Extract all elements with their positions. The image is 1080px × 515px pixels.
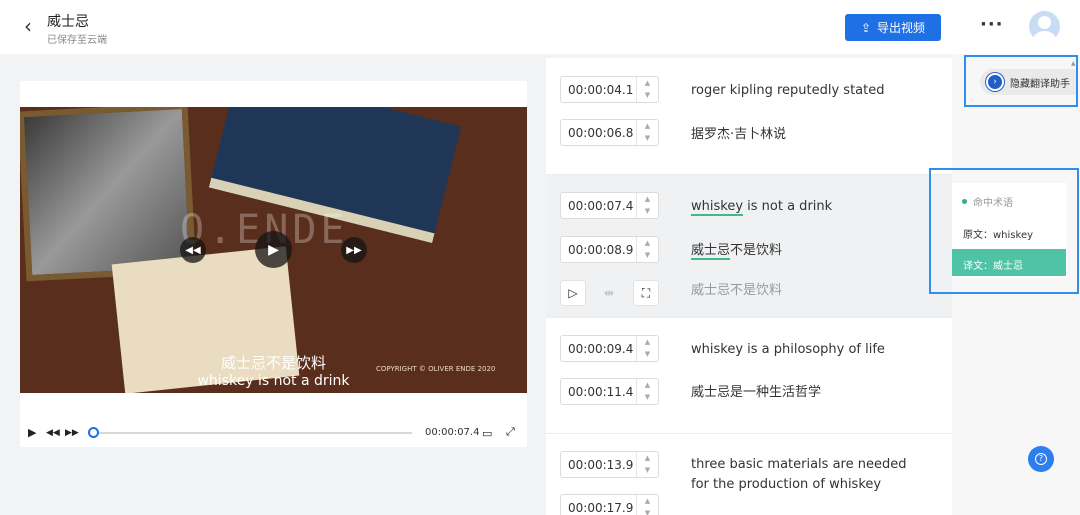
progress-handle[interactable]	[88, 427, 99, 438]
rewind-icon[interactable]: ◀◀	[46, 428, 60, 438]
subtitle-icon[interactable]: ▭	[482, 427, 492, 440]
start-time-field[interactable]: 00:00:07.4 ▲ ▼	[560, 192, 659, 219]
save-status: 已保存至云端	[47, 35, 107, 46]
play-icon[interactable]: ▶	[28, 426, 36, 439]
avatar[interactable]	[1029, 11, 1060, 42]
start-time-field[interactable]: 00:00:13.9 ▲ ▼	[560, 451, 659, 478]
end-time-field[interactable]: 00:00:11.4 ▲ ▼	[560, 378, 659, 405]
copyright-text: COPYRIGHT © OLIVER ENDE 2020	[376, 365, 496, 373]
export-label: 导出视频	[877, 21, 926, 35]
current-time: 00:00:07.4	[425, 427, 480, 438]
progress-track[interactable]	[90, 432, 412, 434]
target-text[interactable]: 威士忌是一种生活哲学	[691, 381, 821, 400]
video-photo	[20, 107, 197, 282]
suggestion-text[interactable]: 威士忌不是饮料	[691, 279, 782, 298]
end-time-field[interactable]: 00:00:08.9 ▲ ▼	[560, 236, 659, 263]
start-time-field[interactable]: 00:00:09.4 ▲ ▼	[560, 335, 659, 362]
target-text[interactable]: 据罗杰·吉卜林说	[691, 123, 786, 142]
segment-list: 00:00:04.1 ▲ ▼ 00:00:06.8 ▲ ▼ roger kiplin…	[546, 58, 952, 515]
stepper-icon[interactable]: ▲ ▼	[636, 379, 658, 404]
video-frame[interactable]: O.ENDE ◀◀ ▶ ▶▶ 威士忌不是饮料 whiskey is not a …	[20, 107, 527, 393]
source-text[interactable]: whiskey is a philosophy of life	[691, 342, 885, 357]
play-segment-icon[interactable]: ▷	[560, 280, 586, 306]
top-bar: ‹ 威士忌 已保存至云端 ⇪ 导出视频 ···	[0, 0, 1080, 54]
player-controls: ▶ ◀◀ ▶▶ 00:00:07.4 ▭ ⤢	[20, 421, 527, 445]
segment-row[interactable]: 00:00:04.1 ▲ ▼ 00:00:06.8 ▲ ▼ roger kiplin…	[546, 58, 952, 175]
expand-icon[interactable]: ⛶	[633, 280, 659, 306]
source-text[interactable]: whiskey is not a drink	[691, 199, 832, 216]
stepper-icon[interactable]: ▲ ▼	[636, 120, 658, 145]
avatar-body	[1033, 31, 1056, 42]
more-icon[interactable]: ···	[980, 14, 1004, 35]
export-video-button[interactable]: ⇪ 导出视频	[845, 14, 941, 41]
segment-row-active[interactable]: 00:00:07.4 ▲ ▼ 00:00:08.9 ▲ ▼ whiskey is n…	[546, 175, 952, 318]
fast-forward-icon[interactable]: ▶▶	[65, 428, 79, 438]
fast-forward-icon[interactable]: ▶▶	[341, 237, 367, 263]
upload-icon: ⇪	[860, 20, 872, 35]
term-highlight: 威士忌	[691, 243, 731, 260]
end-time-field[interactable]: 00:00:17.9 ▲ ▼	[560, 494, 659, 515]
segment-row[interactable]: 00:00:13.9 ▲ ▼ 00:00:17.9 ▲ ▼ three basic …	[546, 434, 952, 515]
annotation-box	[929, 168, 1079, 294]
stepper-icon[interactable]: ▲ ▼	[636, 495, 658, 515]
source-text-line2[interactable]: for the production of whiskey	[691, 477, 881, 492]
segment-row[interactable]: 00:00:09.4 ▲ ▼ 00:00:11.4 ▲ ▼ whiskey is a…	[546, 318, 952, 434]
chevron-left-icon[interactable]: ‹	[18, 14, 38, 38]
stepper-icon[interactable]: ▲ ▼	[636, 77, 658, 102]
target-text[interactable]: 威士忌不是饮料	[691, 239, 782, 260]
annotation-box	[964, 55, 1078, 107]
stepper-icon[interactable]: ▲ ▼	[636, 193, 658, 218]
avatar-head	[1038, 16, 1051, 29]
start-time-field[interactable]: 00:00:04.1 ▲ ▼	[560, 76, 659, 103]
stepper-icon[interactable]: ▲ ▼	[636, 336, 658, 361]
question-icon: ?	[1035, 453, 1047, 465]
split-icon[interactable]: ⇹	[596, 280, 622, 306]
play-icon[interactable]: ▶	[255, 231, 292, 268]
source-text[interactable]: three basic materials are needed	[691, 457, 906, 472]
rewind-icon[interactable]: ◀◀	[180, 237, 206, 263]
fullscreen-icon[interactable]: ⤢	[506, 425, 515, 439]
end-time-field[interactable]: 00:00:06.8 ▲ ▼	[560, 119, 659, 146]
source-text[interactable]: roger kipling reputedly stated	[691, 83, 885, 98]
video-panel: O.ENDE ◀◀ ▶ ▶▶ 威士忌不是饮料 whiskey is not a …	[20, 81, 527, 447]
help-button[interactable]: ?	[1028, 446, 1054, 472]
term-highlight: whiskey	[691, 199, 744, 216]
stepper-icon[interactable]: ▲ ▼	[636, 452, 658, 477]
subtitle-en: whiskey is not a drink	[197, 373, 350, 389]
stepper-icon[interactable]: ▲ ▼	[636, 237, 658, 262]
page-title: 威士忌	[47, 14, 89, 30]
